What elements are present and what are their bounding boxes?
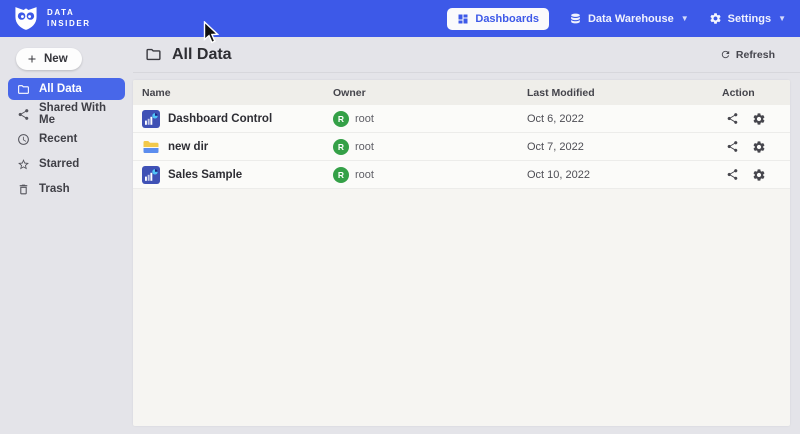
new-button[interactable]: New [16, 48, 82, 70]
trash-icon [17, 183, 30, 196]
dashboard-icon [457, 13, 469, 25]
folder-icon [145, 46, 162, 63]
sidebar-nav: All Data Shared With Me Recent Starred T… [0, 78, 133, 200]
row-settings-button[interactable] [752, 140, 766, 154]
page-header: All Data Refresh [133, 37, 800, 73]
dashboards-label: Dashboards [475, 13, 539, 25]
owl-logo-icon [13, 6, 39, 31]
share-button[interactable] [726, 168, 739, 181]
settings-label: Settings [728, 13, 771, 25]
owner-avatar: R [333, 139, 349, 155]
last-modified-date: Oct 10, 2022 [527, 169, 722, 181]
folder-icon [17, 83, 30, 96]
refresh-label: Refresh [736, 49, 775, 61]
refresh-button[interactable]: Refresh [720, 49, 775, 61]
share-icon [17, 108, 30, 121]
dashboards-button[interactable]: Dashboards [447, 8, 549, 30]
sidebar-item-label: Recent [39, 133, 77, 145]
share-icon [726, 168, 739, 181]
top-bar: DATA INSIDER Dashboards Data Warehouse ▼ [0, 0, 800, 37]
table-header-row: Name Owner Last Modified Action [133, 80, 790, 105]
sidebar-item-trash[interactable]: Trash [8, 178, 125, 200]
column-header-action: Action [722, 87, 790, 99]
file-table: Name Owner Last Modified Action D [133, 80, 790, 426]
table-row[interactable]: Sales Sample R root Oct 10, 2022 [133, 161, 790, 189]
sidebar-item-label: All Data [39, 83, 82, 95]
gear-icon [709, 12, 722, 25]
file-name: Dashboard Control [168, 113, 272, 125]
share-button[interactable] [726, 112, 739, 125]
gear-icon [752, 168, 766, 182]
column-header-owner: Owner [333, 87, 527, 99]
owner-name: root [355, 113, 374, 125]
dashboard-file-icon [142, 166, 160, 184]
table-row[interactable]: new dir R root Oct 7, 2022 [133, 133, 790, 161]
clock-icon [17, 133, 30, 146]
share-icon [726, 112, 739, 125]
file-name: new dir [168, 141, 208, 153]
sidebar-item-starred[interactable]: Starred [8, 153, 125, 175]
settings-menu[interactable]: Settings ▼ [709, 12, 786, 25]
sidebar-item-label: Trash [39, 183, 70, 195]
last-modified-date: Oct 7, 2022 [527, 141, 722, 153]
row-settings-button[interactable] [752, 168, 766, 182]
data-warehouse-label: Data Warehouse [588, 13, 674, 25]
page-title: All Data [145, 46, 232, 64]
database-icon [569, 12, 582, 25]
sidebar-item-recent[interactable]: Recent [8, 128, 125, 150]
data-warehouse-menu[interactable]: Data Warehouse ▼ [569, 12, 689, 25]
top-navigation: Dashboards Data Warehouse ▼ Settings ▼ [447, 8, 786, 30]
last-modified-date: Oct 6, 2022 [527, 113, 722, 125]
share-button[interactable] [726, 140, 739, 153]
refresh-icon [720, 49, 731, 60]
owner-name: root [355, 141, 374, 153]
main-content: All Data Refresh Name Owner Last Modifie… [133, 37, 800, 434]
row-settings-button[interactable] [752, 112, 766, 126]
sidebar-item-shared-with-me[interactable]: Shared With Me [8, 103, 125, 125]
plus-icon [26, 53, 38, 65]
sidebar-item-label: Starred [39, 158, 79, 170]
table-row[interactable]: Dashboard Control R root Oct 6, 2022 [133, 105, 790, 133]
file-name: Sales Sample [168, 169, 242, 181]
owner-name: root [355, 169, 374, 181]
folder-file-icon [142, 138, 160, 156]
app-logo: DATA INSIDER [13, 6, 91, 31]
sidebar: New All Data Shared With Me Recent Starr… [0, 37, 133, 434]
chevron-down-icon: ▼ [681, 14, 689, 23]
share-icon [726, 140, 739, 153]
dashboard-file-icon [142, 110, 160, 128]
owner-avatar: R [333, 111, 349, 127]
sidebar-item-all-data[interactable]: All Data [8, 78, 125, 100]
page-title-text: All Data [172, 46, 232, 64]
column-header-name: Name [142, 87, 333, 99]
chevron-down-icon: ▼ [778, 14, 786, 23]
sidebar-item-label: Shared With Me [39, 102, 116, 126]
app-name: DATA INSIDER [47, 8, 91, 30]
gear-icon [752, 112, 766, 126]
new-button-label: New [44, 53, 68, 65]
star-icon [17, 158, 30, 171]
gear-icon [752, 140, 766, 154]
column-header-last-modified: Last Modified [527, 87, 722, 99]
owner-avatar: R [333, 167, 349, 183]
